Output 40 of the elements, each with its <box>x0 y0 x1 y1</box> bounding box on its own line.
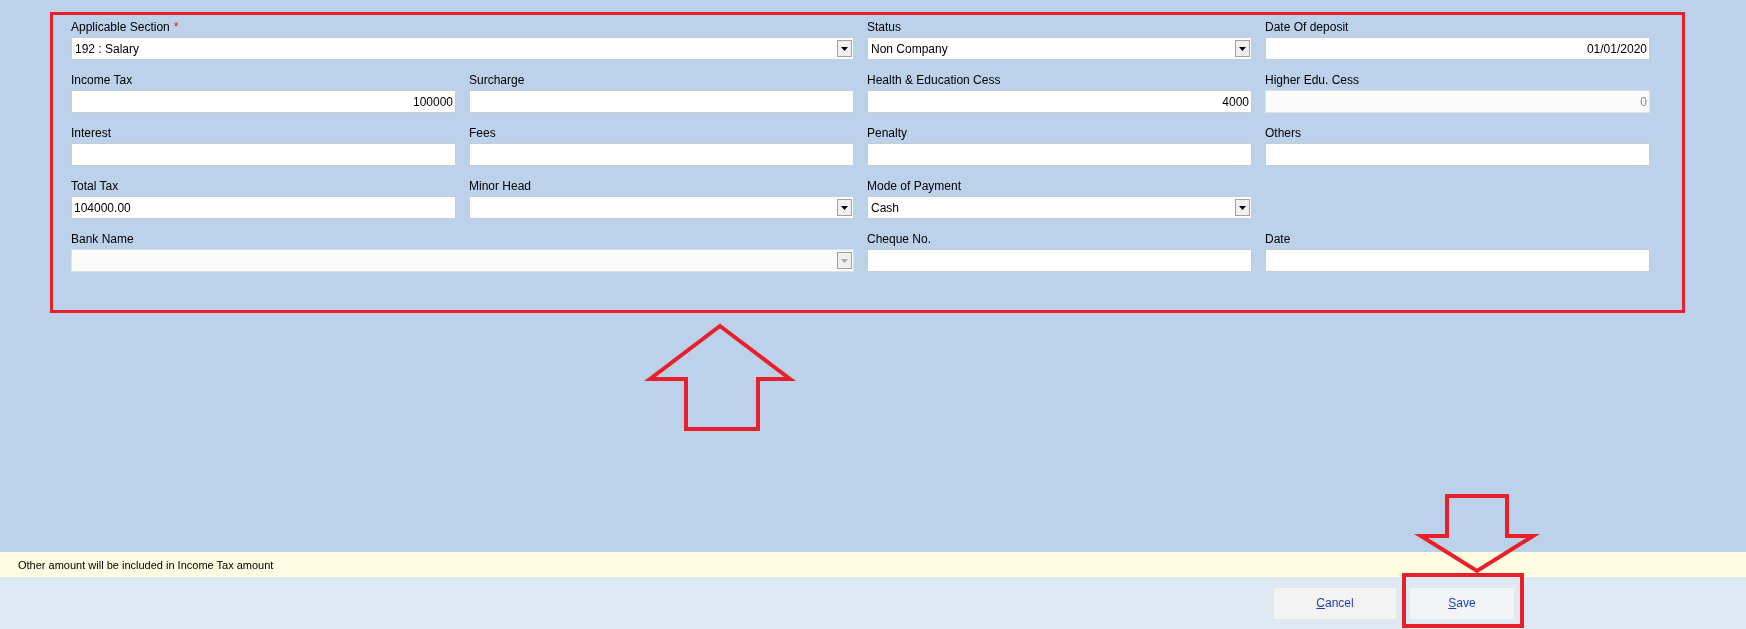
dropdown-value: 192 : Salary <box>75 41 140 56</box>
field-label: Higher Edu. Cess <box>1265 72 1360 88</box>
input-field[interactable] <box>469 143 854 166</box>
field-label: Status <box>867 19 902 35</box>
cancel-button[interactable]: Cancel <box>1273 586 1397 620</box>
field-label: Cheque No. <box>867 231 932 247</box>
field-label: Minor Head <box>469 178 532 194</box>
dropdown-value: Non Company <box>871 41 948 56</box>
field-label: Date <box>1265 231 1291 247</box>
input-field[interactable] <box>1265 249 1650 272</box>
field-label: Fees <box>469 125 496 141</box>
input-field[interactable] <box>867 143 1252 166</box>
input-field[interactable]: 100000 <box>71 90 456 113</box>
field-label: Total Tax <box>71 178 119 194</box>
up-arrow-icon <box>644 323 796 431</box>
field-label: Mode of Payment <box>867 178 962 194</box>
dropdown-field[interactable] <box>469 196 854 219</box>
field-label: Penalty <box>867 125 908 141</box>
down-arrow-icon <box>1414 494 1540 574</box>
input-field[interactable] <box>71 143 456 166</box>
field-label: Interest <box>71 125 112 141</box>
dropdown-value: Cash <box>871 200 899 215</box>
info-message: Other amount will be included in Income Tax amount <box>18 558 274 571</box>
field-label: Health & Education Cess <box>867 72 1001 88</box>
field-label: Date Of deposit <box>1265 19 1349 35</box>
dropdown-field[interactable]: Non Company <box>867 37 1252 60</box>
input-field[interactable] <box>469 90 854 113</box>
input-field[interactable]: 01/01/2020 <box>1265 37 1650 60</box>
input-field[interactable] <box>1265 143 1650 166</box>
field-label: Applicable Section * <box>71 19 179 35</box>
dropdown-field[interactable]: Cash <box>867 196 1252 219</box>
input-field[interactable]: 104000.00 <box>71 196 456 219</box>
input-field[interactable]: 4000 <box>867 90 1252 113</box>
save-button[interactable]: Save <box>1409 586 1515 620</box>
input-field[interactable] <box>867 249 1252 272</box>
field-label: Surcharge <box>469 72 525 88</box>
field-label: Bank Name <box>71 231 134 247</box>
field-label: Others <box>1265 125 1301 141</box>
field-label: Income Tax <box>71 72 133 88</box>
dropdown-field[interactable]: 192 : Salary <box>71 37 854 60</box>
